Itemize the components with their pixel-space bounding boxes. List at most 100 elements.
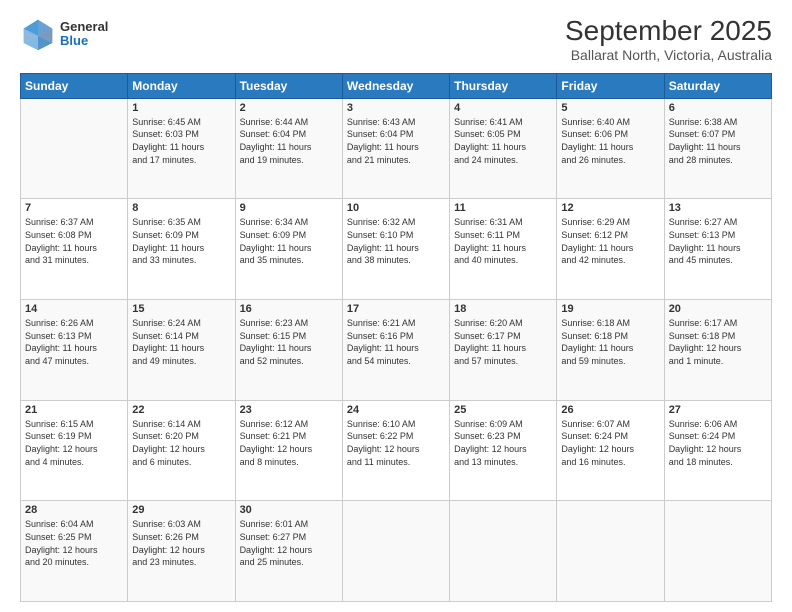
day-number: 1 [132, 102, 230, 114]
cell-content: Sunrise: 6:14 AM Sunset: 6:20 PM Dayligh… [132, 418, 230, 468]
main-title: September 2025 [565, 16, 772, 47]
day-number: 18 [454, 303, 552, 315]
table-row: 4 Sunrise: 6:41 AM Sunset: 6:05 PM Daylig… [450, 98, 557, 199]
table-row: 8 Sunrise: 6:35 AM Sunset: 6:09 PM Daylig… [128, 199, 235, 300]
cell-content: Sunrise: 6:20 AM Sunset: 6:17 PM Dayligh… [454, 317, 552, 367]
day-number: 25 [454, 404, 552, 416]
table-row: 24 Sunrise: 6:10 AM Sunset: 6:22 PM Dayli… [342, 400, 449, 501]
col-tuesday: Tuesday [235, 73, 342, 98]
day-number: 5 [561, 102, 659, 114]
logo: General Blue [20, 16, 108, 52]
logo-icon [20, 16, 56, 52]
cell-content: Sunrise: 6:24 AM Sunset: 6:14 PM Dayligh… [132, 317, 230, 367]
cell-content: Sunrise: 6:26 AM Sunset: 6:13 PM Dayligh… [25, 317, 123, 367]
cell-content: Sunrise: 6:15 AM Sunset: 6:19 PM Dayligh… [25, 418, 123, 468]
day-number: 8 [132, 202, 230, 214]
cell-content: Sunrise: 6:04 AM Sunset: 6:25 PM Dayligh… [25, 518, 123, 568]
day-number: 2 [240, 102, 338, 114]
day-number: 4 [454, 102, 552, 114]
cell-content: Sunrise: 6:03 AM Sunset: 6:26 PM Dayligh… [132, 518, 230, 568]
day-number: 30 [240, 504, 338, 516]
cell-content: Sunrise: 6:18 AM Sunset: 6:18 PM Dayligh… [561, 317, 659, 367]
day-number: 16 [240, 303, 338, 315]
table-row: 16 Sunrise: 6:23 AM Sunset: 6:15 PM Dayli… [235, 300, 342, 401]
day-number: 26 [561, 404, 659, 416]
header: General Blue September 2025 Ballarat Nor… [20, 16, 772, 63]
table-row: 14 Sunrise: 6:26 AM Sunset: 6:13 PM Dayli… [21, 300, 128, 401]
day-number: 28 [25, 504, 123, 516]
table-row: 7 Sunrise: 6:37 AM Sunset: 6:08 PM Daylig… [21, 199, 128, 300]
cell-content: Sunrise: 6:27 AM Sunset: 6:13 PM Dayligh… [669, 216, 767, 266]
table-row: 25 Sunrise: 6:09 AM Sunset: 6:23 PM Dayli… [450, 400, 557, 501]
cell-content: Sunrise: 6:07 AM Sunset: 6:24 PM Dayligh… [561, 418, 659, 468]
day-number: 29 [132, 504, 230, 516]
day-number: 12 [561, 202, 659, 214]
table-row: 27Sunrise: 6:06 AM Sunset: 6:24 PM Dayli… [664, 400, 771, 501]
table-row [557, 501, 664, 602]
table-row: 18 Sunrise: 6:20 AM Sunset: 6:17 PM Dayli… [450, 300, 557, 401]
calendar-week-2: 7 Sunrise: 6:37 AM Sunset: 6:08 PM Daylig… [21, 199, 772, 300]
day-number: 19 [561, 303, 659, 315]
table-row: 17Sunrise: 6:21 AM Sunset: 6:16 PM Dayli… [342, 300, 449, 401]
logo-blue: Blue [60, 34, 108, 48]
table-row: 5 Sunrise: 6:40 AM Sunset: 6:06 PM Daylig… [557, 98, 664, 199]
cell-content: Sunrise: 6:29 AM Sunset: 6:12 PM Dayligh… [561, 216, 659, 266]
table-row: 3Sunrise: 6:43 AM Sunset: 6:04 PM Daylig… [342, 98, 449, 199]
table-row: 12 Sunrise: 6:29 AM Sunset: 6:12 PM Dayli… [557, 199, 664, 300]
day-number: 6 [669, 102, 767, 114]
col-friday: Friday [557, 73, 664, 98]
cell-content: Sunrise: 6:37 AM Sunset: 6:08 PM Dayligh… [25, 216, 123, 266]
day-number: 13 [669, 202, 767, 214]
cell-content: Sunrise: 6:34 AM Sunset: 6:09 PM Dayligh… [240, 216, 338, 266]
table-row: 2 Sunrise: 6:44 AM Sunset: 6:04 PM Daylig… [235, 98, 342, 199]
page: General Blue September 2025 Ballarat Nor… [0, 0, 792, 612]
day-number: 15 [132, 303, 230, 315]
cell-content: Sunrise: 6:10 AM Sunset: 6:22 PM Dayligh… [347, 418, 445, 468]
cell-content: Sunrise: 6:09 AM Sunset: 6:23 PM Dayligh… [454, 418, 552, 468]
calendar-header-row: Sunday Monday Tuesday Wednesday Thursday… [21, 73, 772, 98]
day-number: 7 [25, 202, 123, 214]
day-number: 21 [25, 404, 123, 416]
cell-content: Sunrise: 6:40 AM Sunset: 6:06 PM Dayligh… [561, 116, 659, 166]
cell-content: Sunrise: 6:23 AM Sunset: 6:15 PM Dayligh… [240, 317, 338, 367]
logo-text: General Blue [60, 20, 108, 49]
cell-content: Sunrise: 6:35 AM Sunset: 6:09 PM Dayligh… [132, 216, 230, 266]
col-wednesday: Wednesday [342, 73, 449, 98]
col-saturday: Saturday [664, 73, 771, 98]
title-block: September 2025 Ballarat North, Victoria,… [565, 16, 772, 63]
cell-content: Sunrise: 6:44 AM Sunset: 6:04 PM Dayligh… [240, 116, 338, 166]
table-row: 9 Sunrise: 6:34 AM Sunset: 6:09 PM Daylig… [235, 199, 342, 300]
cell-content: Sunrise: 6:12 AM Sunset: 6:21 PM Dayligh… [240, 418, 338, 468]
table-row: 1Sunrise: 6:45 AM Sunset: 6:03 PM Daylig… [128, 98, 235, 199]
table-row [664, 501, 771, 602]
table-row: 19 Sunrise: 6:18 AM Sunset: 6:18 PM Dayli… [557, 300, 664, 401]
table-row: 29 Sunrise: 6:03 AM Sunset: 6:26 PM Dayli… [128, 501, 235, 602]
day-number: 10 [347, 202, 445, 214]
cell-content: Sunrise: 6:41 AM Sunset: 6:05 PM Dayligh… [454, 116, 552, 166]
day-number: 14 [25, 303, 123, 315]
calendar-week-4: 21 Sunrise: 6:15 AM Sunset: 6:19 PM Dayli… [21, 400, 772, 501]
cell-content: Sunrise: 6:38 AM Sunset: 6:07 PM Dayligh… [669, 116, 767, 166]
table-row [342, 501, 449, 602]
col-sunday: Sunday [21, 73, 128, 98]
day-number: 22 [132, 404, 230, 416]
day-number: 20 [669, 303, 767, 315]
cell-content: Sunrise: 6:06 AM Sunset: 6:24 PM Dayligh… [669, 418, 767, 468]
cell-content: Sunrise: 6:17 AM Sunset: 6:18 PM Dayligh… [669, 317, 767, 367]
table-row: 30Sunrise: 6:01 AM Sunset: 6:27 PM Dayli… [235, 501, 342, 602]
table-row: 11Sunrise: 6:31 AM Sunset: 6:11 PM Dayli… [450, 199, 557, 300]
table-row: 22 Sunrise: 6:14 AM Sunset: 6:20 PM Dayli… [128, 400, 235, 501]
table-row: 13 Sunrise: 6:27 AM Sunset: 6:13 PM Dayli… [664, 199, 771, 300]
day-number: 3 [347, 102, 445, 114]
cell-content: Sunrise: 6:32 AM Sunset: 6:10 PM Dayligh… [347, 216, 445, 266]
table-row: 10 Sunrise: 6:32 AM Sunset: 6:10 PM Dayli… [342, 199, 449, 300]
table-row: 21 Sunrise: 6:15 AM Sunset: 6:19 PM Dayli… [21, 400, 128, 501]
day-number: 17 [347, 303, 445, 315]
day-number: 9 [240, 202, 338, 214]
col-thursday: Thursday [450, 73, 557, 98]
calendar-week-5: 28 Sunrise: 6:04 AM Sunset: 6:25 PM Dayli… [21, 501, 772, 602]
day-number: 24 [347, 404, 445, 416]
table-row: 23 Sunrise: 6:12 AM Sunset: 6:21 PM Dayli… [235, 400, 342, 501]
day-number: 23 [240, 404, 338, 416]
table-row: 20 Sunrise: 6:17 AM Sunset: 6:18 PM Dayli… [664, 300, 771, 401]
